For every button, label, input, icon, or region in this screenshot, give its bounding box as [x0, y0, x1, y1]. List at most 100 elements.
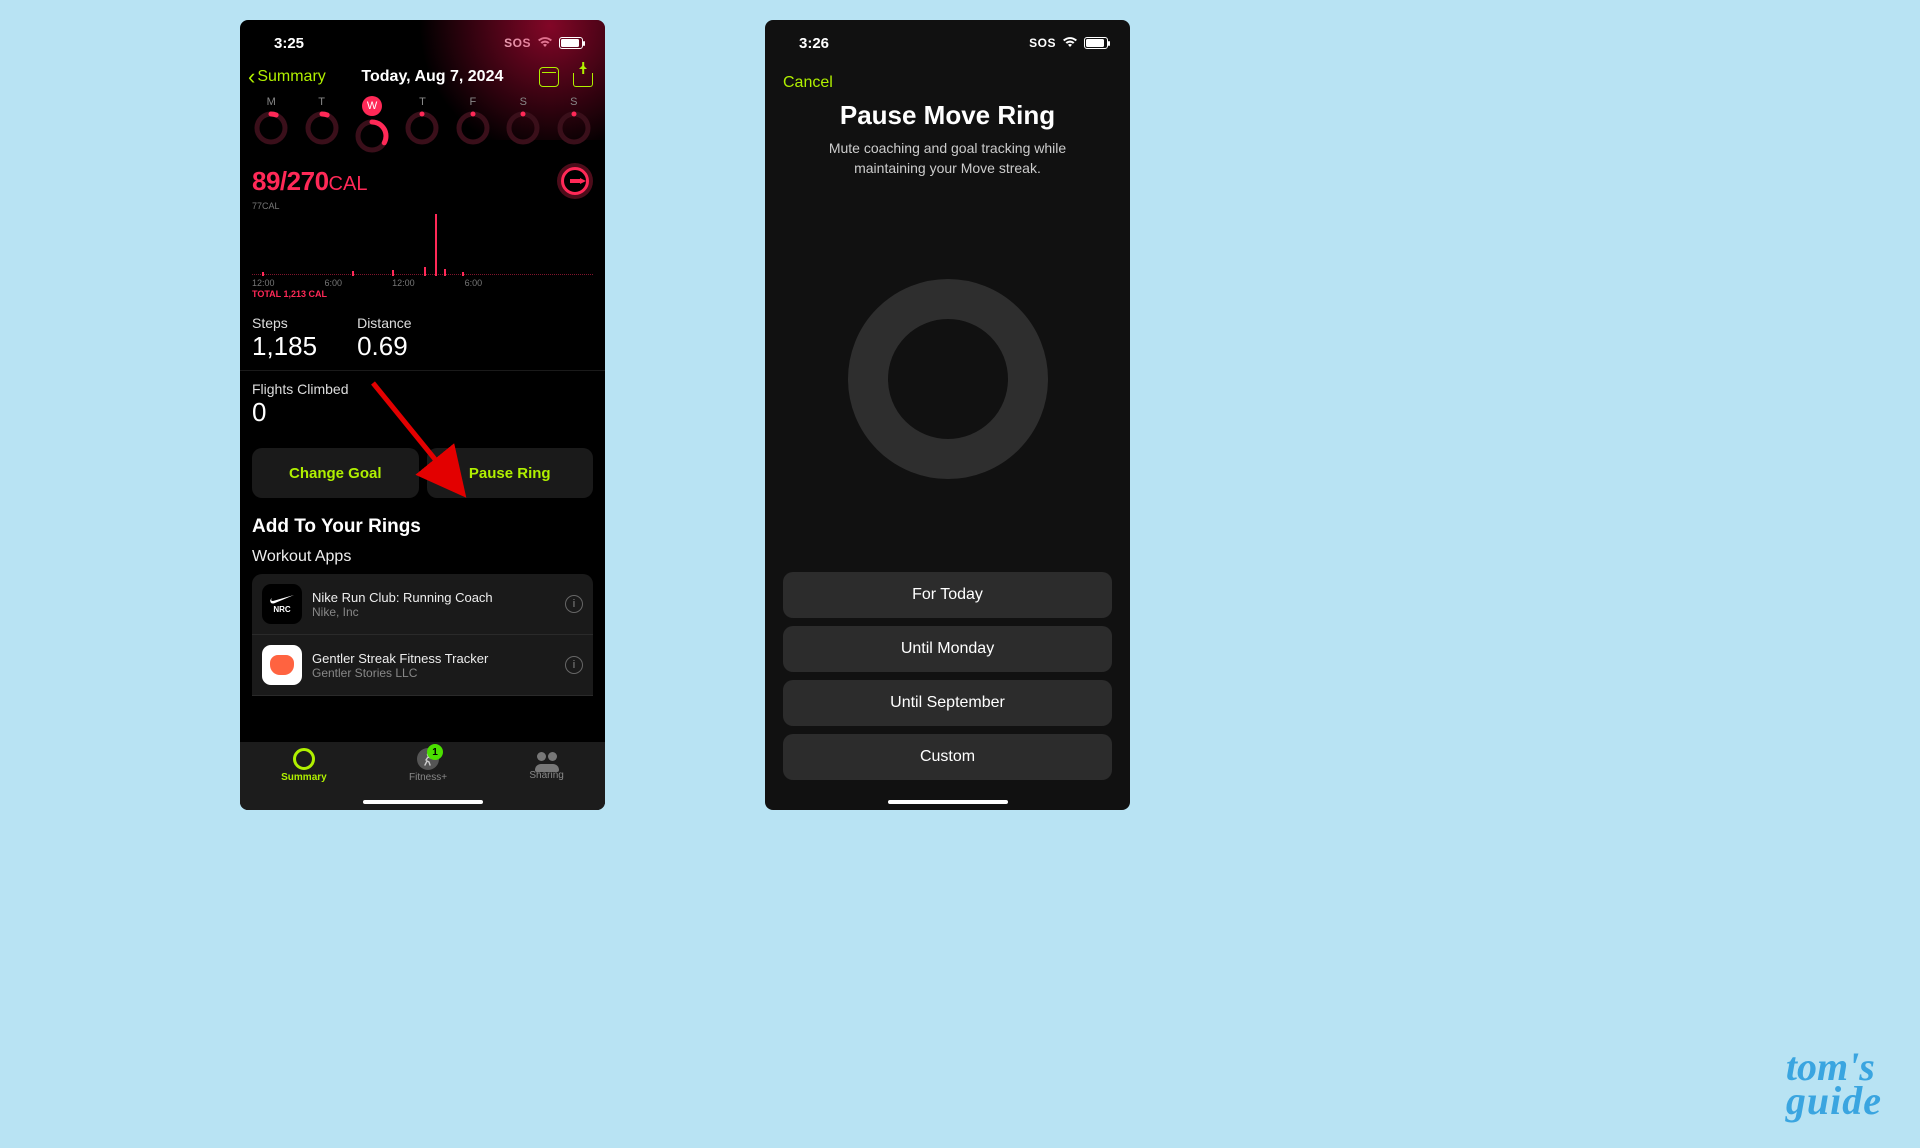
- chart-peak-label: 77CAL: [252, 201, 593, 211]
- phone-pause-ring-sheet: 3:26 SOS Cancel Pause Move Ring Mute coa…: [765, 20, 1130, 810]
- stats-row: Steps 1,185 Distance 0.69MI: [240, 299, 605, 371]
- share-icon[interactable]: [573, 73, 593, 87]
- flights-value: 0: [252, 397, 593, 428]
- status-bar: 3:25 SOS: [240, 20, 605, 60]
- home-indicator[interactable]: [363, 800, 483, 804]
- nav-actions: [539, 67, 593, 87]
- day-label: T: [318, 96, 325, 108]
- stat-steps: Steps 1,185: [252, 315, 317, 362]
- chart-tick: 6:00: [325, 278, 343, 288]
- steps-value: 1,185: [252, 331, 317, 362]
- tab-summary-label: Summary: [281, 772, 327, 783]
- info-icon[interactable]: i: [565, 656, 583, 674]
- sos-label: SOS: [1029, 36, 1056, 50]
- pause-option-0[interactable]: For Today: [783, 572, 1112, 618]
- tab-sharing[interactable]: Sharing: [529, 748, 563, 781]
- activity-ring-icon: [355, 119, 389, 153]
- nav-header: ‹ Summary Today, Aug 7, 2024: [240, 60, 605, 96]
- app-row-gentler[interactable]: Gentler Streak Fitness Tracker Gentler S…: [252, 635, 593, 696]
- activity-detail-button[interactable]: [557, 163, 593, 199]
- app-developer: Gentler Stories LLC: [312, 666, 555, 680]
- chart-canvas: [252, 213, 593, 275]
- day-t-3[interactable]: T: [405, 96, 439, 153]
- watermark-logo: tom's guide: [1786, 1050, 1882, 1118]
- day-t-1[interactable]: T: [305, 96, 339, 153]
- watermark-line2: guide: [1786, 1084, 1882, 1118]
- day-s-5[interactable]: S: [506, 96, 540, 153]
- sharing-icon: [535, 752, 559, 768]
- status-right: SOS: [504, 36, 583, 51]
- day-s-6[interactable]: S: [557, 96, 591, 153]
- battery-icon: [1084, 37, 1108, 49]
- app-name: Gentler Streak Fitness Tracker: [312, 651, 555, 666]
- day-label: S: [570, 96, 577, 108]
- pause-option-3[interactable]: Custom: [783, 734, 1112, 780]
- activity-ring-icon: [254, 111, 288, 145]
- rings-icon: [293, 748, 315, 770]
- home-indicator[interactable]: [888, 800, 1008, 804]
- workout-apps-title: Workout Apps: [240, 544, 605, 574]
- chart-tick: 12:00: [392, 278, 415, 288]
- day-label: T: [419, 96, 426, 108]
- wifi-icon: [1062, 36, 1078, 51]
- calories-goal: 270: [287, 166, 329, 196]
- flights-label: Flights Climbed: [252, 381, 593, 397]
- info-icon[interactable]: i: [565, 595, 583, 613]
- status-bar: 3:26 SOS: [765, 20, 1130, 60]
- day-w-2[interactable]: W: [355, 96, 389, 153]
- day-f-4[interactable]: F: [456, 96, 490, 153]
- activity-ring-icon: [405, 111, 439, 145]
- page-title: Today, Aug 7, 2024: [361, 68, 503, 86]
- wifi-icon: [537, 36, 553, 51]
- chart-x-labels: 12:006:0012:006:00: [252, 278, 593, 288]
- activity-ring-icon: [305, 111, 339, 145]
- sheet-description: Mute coaching and goal tracking while ma…: [783, 131, 1112, 178]
- calendar-icon[interactable]: [539, 67, 559, 87]
- calories-unit: CAL: [329, 173, 368, 195]
- pause-option-list: For Today Until Monday Until September Cust…: [765, 562, 1130, 810]
- distance-label: Distance: [357, 315, 430, 331]
- tab-fitness-plus[interactable]: 1 Fitness+: [409, 748, 447, 783]
- back-button[interactable]: ‹ Summary: [248, 66, 326, 88]
- back-label: Summary: [257, 68, 325, 86]
- tab-fitness-label: Fitness+: [409, 772, 447, 783]
- distance-unit: MI: [408, 338, 430, 360]
- fitness-badge: 1: [427, 744, 443, 760]
- sos-label: SOS: [504, 36, 531, 50]
- day-m-0[interactable]: M: [254, 96, 288, 153]
- nike-icon: NRC: [262, 584, 302, 624]
- app-list: NRC Nike Run Club: Running Coach Nike, I…: [240, 574, 605, 696]
- sheet-title: Pause Move Ring: [783, 100, 1112, 131]
- sheet-header: Cancel Pause Move Ring Mute coaching and…: [765, 60, 1130, 178]
- activity-ring-icon: [456, 111, 490, 145]
- pause-option-1[interactable]: Until Monday: [783, 626, 1112, 672]
- change-goal-button[interactable]: Change Goal: [252, 448, 419, 498]
- chart-tick: 12:00: [252, 278, 275, 288]
- status-time: 3:26: [799, 35, 829, 52]
- week-ring-row: M T W T: [240, 96, 605, 159]
- status-right: SOS: [1029, 36, 1108, 51]
- pause-ring-button[interactable]: Pause Ring: [427, 448, 594, 498]
- distance-value: 0.69: [357, 331, 408, 361]
- battery-icon: [559, 37, 583, 49]
- gentler-icon: [262, 645, 302, 685]
- day-label: W: [362, 96, 382, 116]
- pause-option-2[interactable]: Until September: [783, 680, 1112, 726]
- app-row-nike[interactable]: NRC Nike Run Club: Running Coach Nike, I…: [252, 574, 593, 635]
- paused-ring-graphic: [765, 196, 1130, 562]
- phone-fitness-summary: 3:25 SOS ‹ Summary Today, Aug 7, 2024 M: [240, 20, 605, 810]
- chart-total: TOTAL 1,213 CAL: [252, 289, 593, 299]
- canvas: 3:25 SOS ‹ Summary Today, Aug 7, 2024 M: [240, 0, 1420, 840]
- chevron-left-icon: ‹: [248, 66, 255, 88]
- status-time: 3:25: [274, 35, 304, 52]
- hourly-chart: 77CAL 12:006:0012:006:00 TOTAL 1,213 CAL: [240, 201, 605, 299]
- activity-ring-icon: [506, 111, 540, 145]
- steps-label: Steps: [252, 315, 317, 331]
- app-developer: Nike, Inc: [312, 605, 555, 619]
- cancel-button[interactable]: Cancel: [783, 74, 1112, 92]
- add-rings-title: Add To Your Rings: [240, 508, 605, 544]
- day-label: S: [520, 96, 527, 108]
- tab-summary[interactable]: Summary: [281, 748, 327, 783]
- app-name: Nike Run Club: Running Coach: [312, 590, 555, 605]
- day-label: M: [267, 96, 276, 108]
